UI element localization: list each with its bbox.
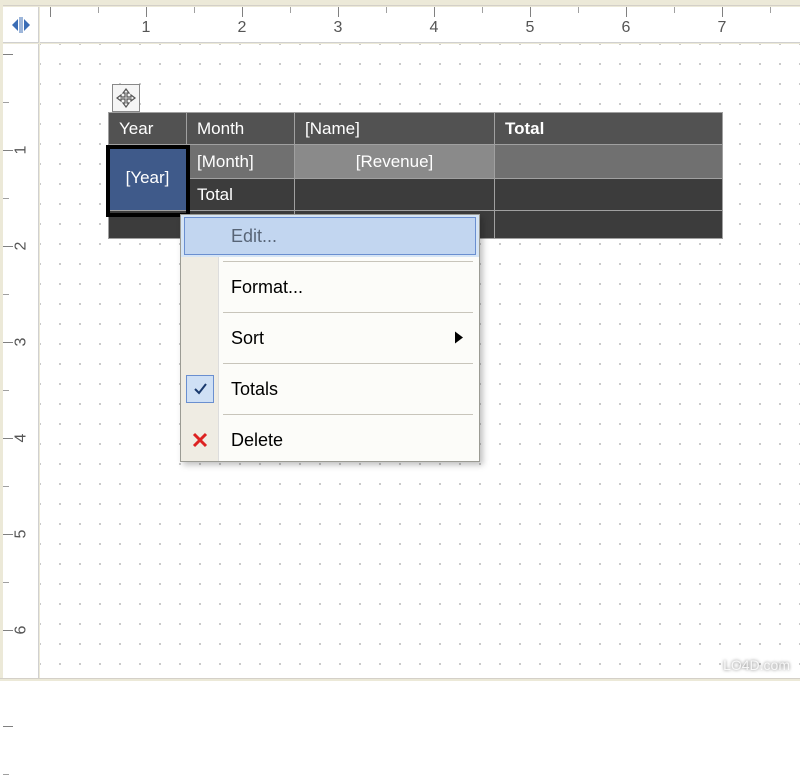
menu-item-delete[interactable]: Delete — [181, 419, 479, 461]
cell-grand-year[interactable] — [109, 211, 187, 239]
ruler-v-label: 4 — [12, 434, 30, 443]
cell-year[interactable]: [Year] — [109, 145, 187, 211]
header-month[interactable]: Month — [187, 113, 295, 145]
menu-separator — [223, 312, 473, 313]
ruler-h-label: 1 — [142, 19, 151, 37]
subtotal-row: Total — [109, 179, 723, 211]
ruler-v-label: 5 — [12, 530, 30, 539]
design-canvas[interactable]: Year Month [Name] Total [Year] [Month] [… — [40, 44, 800, 681]
menu-item-edit[interactable]: Edit... — [181, 215, 479, 257]
data-row: [Year] [Month] [Revenue] — [109, 145, 723, 179]
menu-item-format[interactable]: Format... — [181, 266, 479, 308]
menu-separator — [223, 363, 473, 364]
menu-item-totals[interactable]: Totals — [181, 368, 479, 410]
checkmark-icon — [186, 375, 214, 403]
ruler-corner[interactable] — [3, 7, 39, 43]
ruler-v-label: 6 — [12, 626, 30, 635]
ruler-h-label: 7 — [718, 19, 727, 37]
move-icon — [116, 88, 136, 108]
horizontal-arrows-icon — [9, 13, 33, 37]
ruler-v-label: 1 — [12, 146, 30, 155]
menu-label-edit: Edit... — [231, 226, 277, 247]
move-handle[interactable] — [112, 84, 140, 112]
ruler-h-label: 2 — [238, 19, 247, 37]
toolbar-top-strip — [0, 0, 800, 6]
header-name[interactable]: [Name] — [295, 113, 495, 145]
delete-icon — [186, 426, 214, 454]
cell-total-label[interactable]: Total — [187, 179, 295, 211]
header-year[interactable]: Year — [109, 113, 187, 145]
menu-label-format: Format... — [231, 277, 303, 298]
cell-grand-total[interactable] — [495, 211, 723, 239]
ruler-h-label: 3 — [334, 19, 343, 37]
cell-subtotal-total[interactable] — [495, 179, 723, 211]
menu-item-sort[interactable]: Sort — [181, 317, 479, 359]
cell-revenue[interactable]: [Revenue] — [295, 145, 495, 179]
ruler-h-label: 4 — [430, 19, 439, 37]
app-frame: 1 2 3 4 5 6 7 1 2 3 4 5 6 Year Month [Name] Total [… — [0, 0, 800, 681]
cell-subtotal-value[interactable] — [295, 179, 495, 211]
ruler-v-label: 2 — [12, 242, 30, 251]
ruler-v-label: 3 — [12, 338, 30, 347]
menu-label-totals: Totals — [231, 379, 278, 400]
chevron-right-icon — [455, 328, 463, 349]
context-menu: Edit... Format... Sort — [180, 214, 480, 462]
menu-separator — [223, 261, 473, 262]
watermark: LO4D.com — [723, 657, 790, 673]
cell-row-total[interactable] — [495, 145, 723, 179]
ruler-h-label: 5 — [526, 19, 535, 37]
header-total[interactable]: Total — [495, 113, 723, 145]
ruler-h-label: 6 — [622, 19, 631, 37]
menu-separator — [223, 414, 473, 415]
vertical-ruler[interactable]: 1 2 3 4 5 6 — [3, 44, 39, 681]
header-row: Year Month [Name] Total — [109, 113, 723, 145]
menu-label-sort: Sort — [231, 328, 264, 349]
menu-label-delete: Delete — [231, 430, 283, 451]
horizontal-ruler[interactable]: 1 2 3 4 5 6 7 — [40, 7, 800, 43]
cell-month[interactable]: [Month] — [187, 145, 295, 179]
